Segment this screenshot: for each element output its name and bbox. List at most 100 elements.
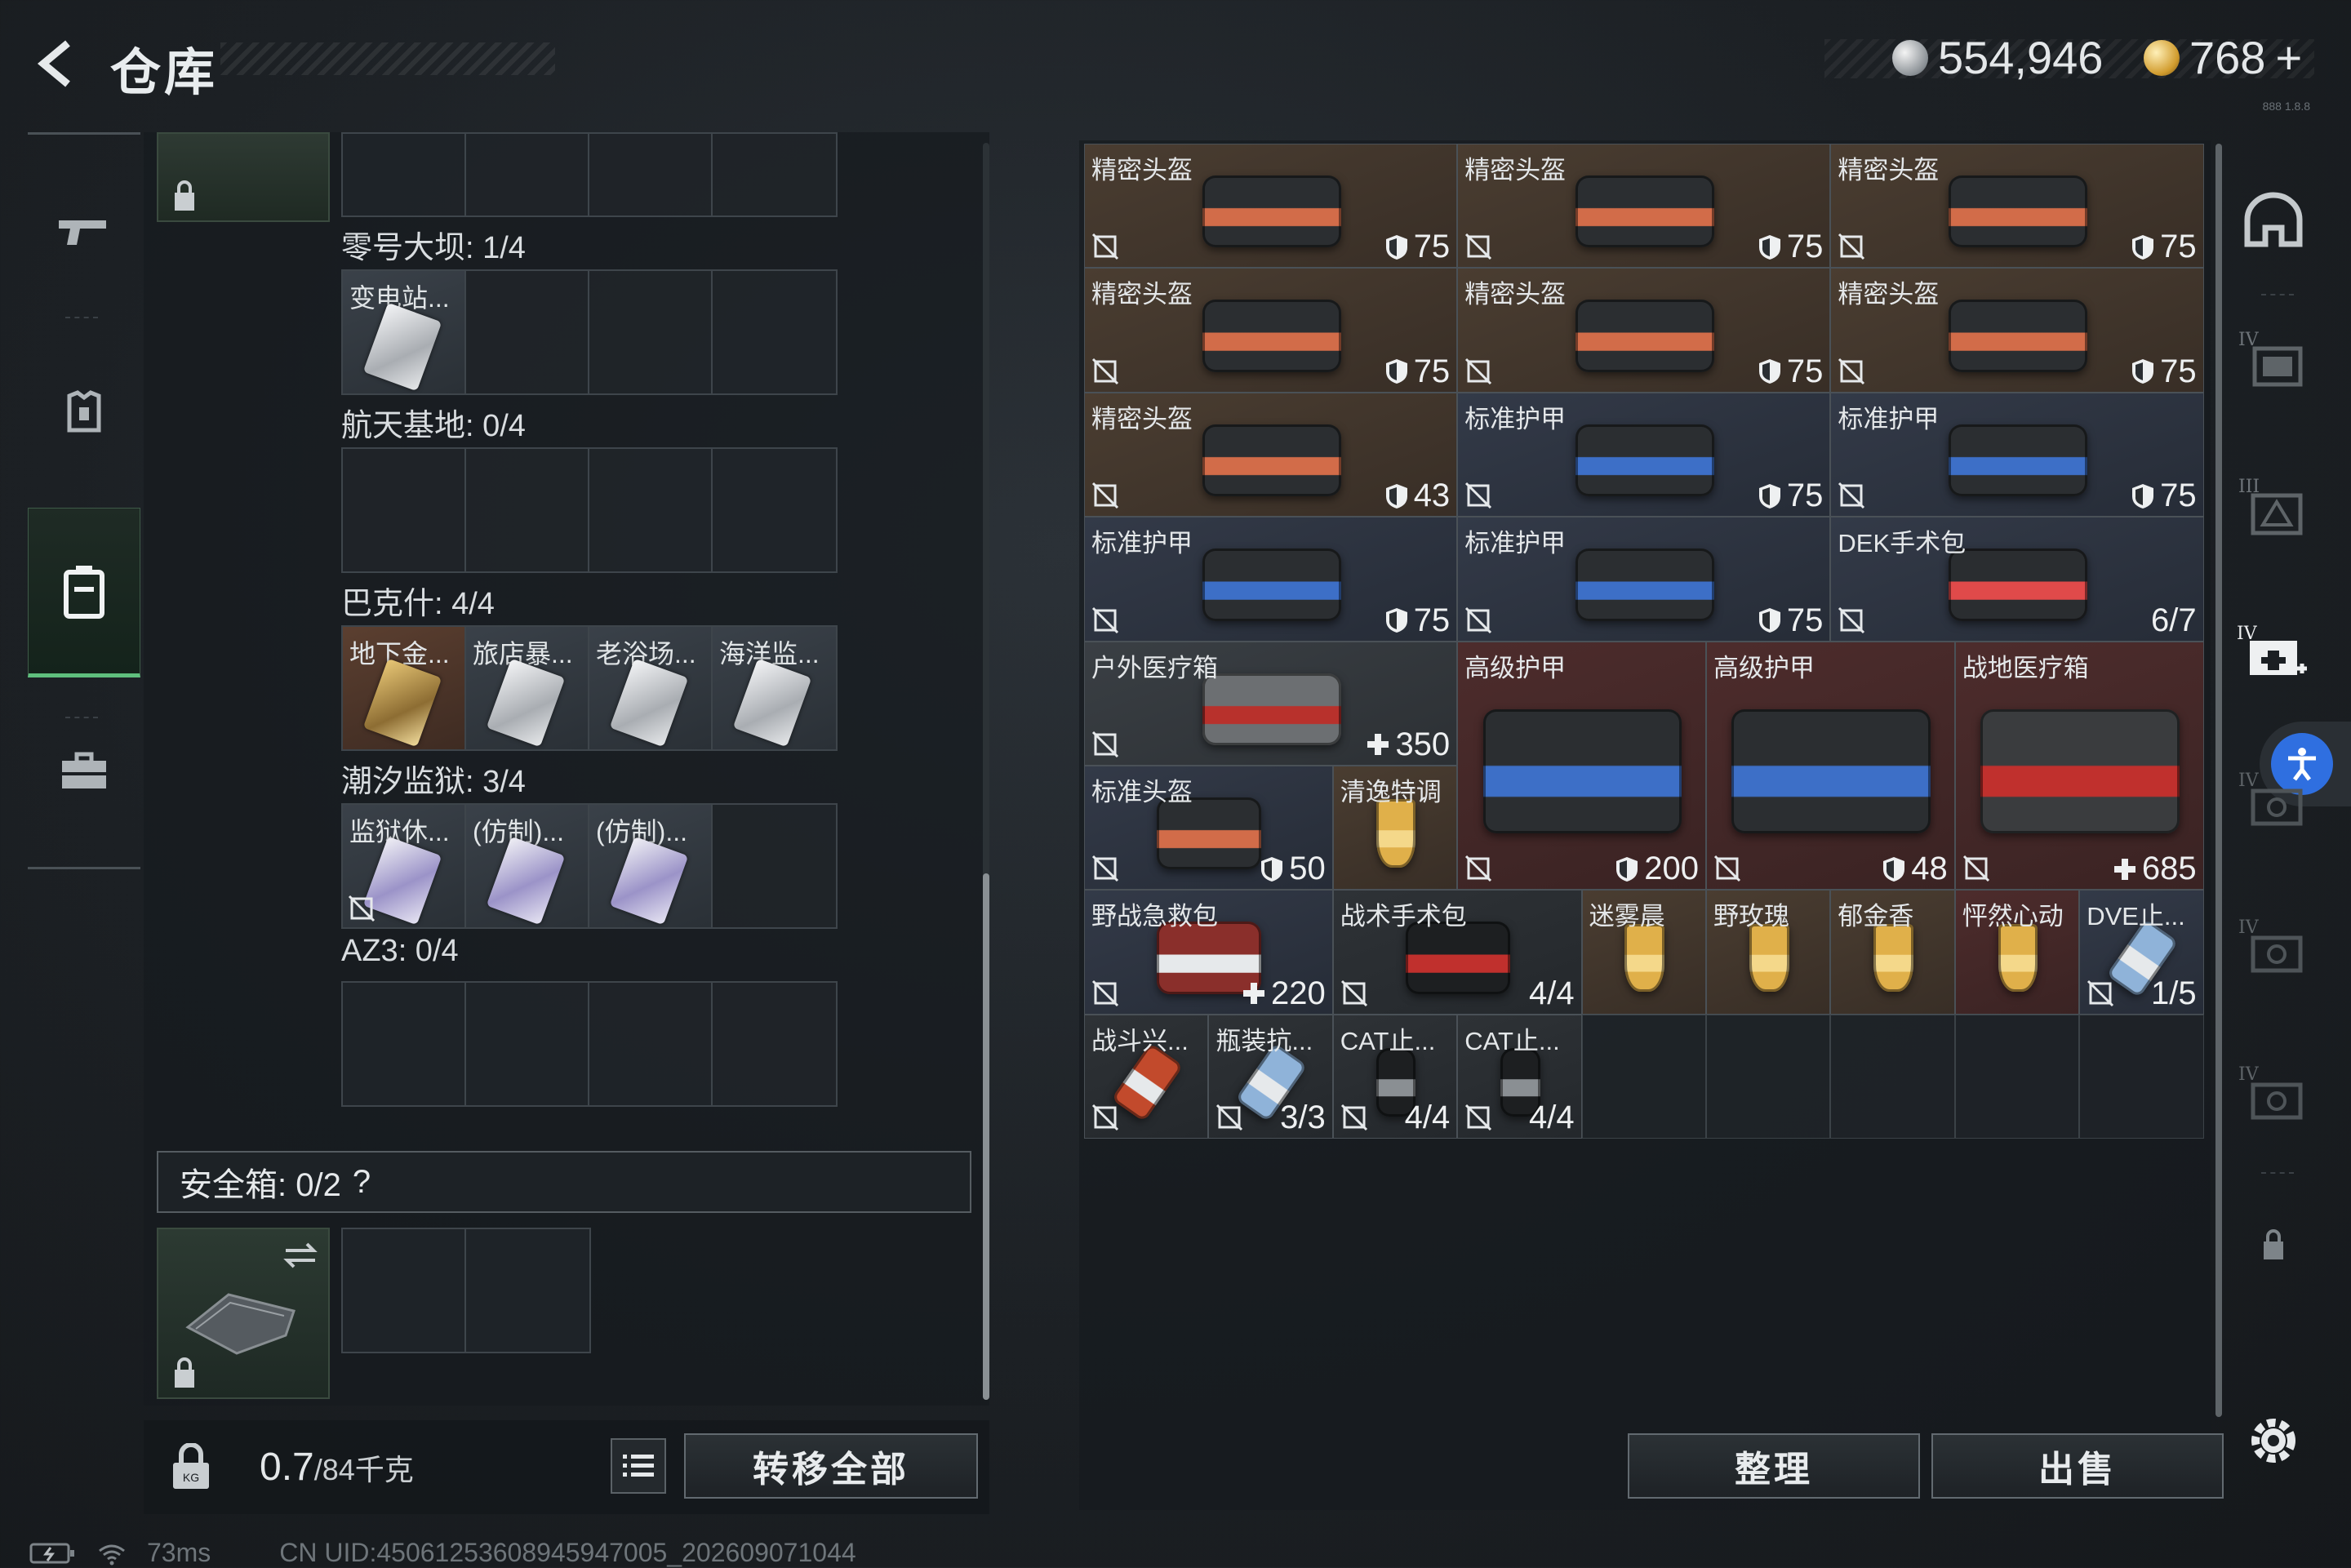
rail-tier4-other[interactable]: IV — [2237, 1058, 2310, 1131]
item-value-text: 75 — [1786, 478, 1824, 514]
rail-medical[interactable]: IV — [2237, 617, 2310, 691]
nav-equipment[interactable] — [28, 351, 140, 473]
rail-helmet-filter[interactable] — [2237, 184, 2310, 258]
empty-slot[interactable] — [2079, 1014, 2204, 1139]
settings-button[interactable] — [2237, 1404, 2310, 1477]
key-slot[interactable]: 海洋监... — [713, 627, 836, 749]
item-value: 350 — [1366, 726, 1450, 763]
backpack-icon — [64, 566, 104, 619]
inventory-item[interactable]: 精密头盔 75 — [1830, 268, 2204, 393]
sell-button[interactable]: 出售 — [1931, 1433, 2224, 1499]
rail-tier4-armor[interactable]: IV — [2237, 323, 2310, 397]
keycard-icon — [732, 658, 812, 748]
empty-slot[interactable] — [343, 983, 466, 1105]
help-button[interactable]: ? — [353, 1164, 371, 1201]
key-slot[interactable]: 旅店暴... — [466, 627, 589, 749]
empty-slot[interactable] — [589, 449, 713, 571]
swap-icon[interactable] — [282, 1239, 318, 1272]
rail-tier4-ammo[interactable]: IV — [2237, 764, 2310, 837]
safe-grid-row — [341, 1228, 591, 1353]
inventory-item[interactable]: 精密头盔 75 — [1830, 144, 2204, 269]
inventory-item[interactable]: 怦然心动 — [1954, 890, 2080, 1015]
inventory-item[interactable]: 户外医疗箱 350 — [1084, 641, 1458, 766]
keycard-icon — [609, 836, 689, 926]
inventory-item[interactable]: 野战急救包 220 — [1084, 890, 1333, 1015]
nav-weapons[interactable] — [28, 171, 140, 294]
drink-icon — [1873, 923, 1913, 993]
storage-scroll-thumb[interactable] — [983, 873, 989, 1400]
inventory-item[interactable]: 精密头盔 75 — [1084, 144, 1458, 269]
gold-add-button[interactable]: + — [2275, 31, 2302, 84]
item-name: 精密头盔 — [1091, 280, 1193, 309]
inventory-item[interactable]: CAT止... 4/4 — [1457, 1014, 1582, 1139]
key-grid-row: 地下金... 旅店暴... 老浴场... 海洋监... — [341, 625, 838, 751]
empty-slot[interactable] — [466, 983, 589, 1105]
key-slot[interactable]: 变电站... — [343, 271, 466, 393]
empty-slot[interactable] — [466, 271, 589, 393]
nav-backpack[interactable] — [28, 508, 140, 677]
inventory-item[interactable]: 迷雾晨 — [1581, 890, 1706, 1015]
safe-box-label: 安全箱: 0/2 — [180, 1167, 341, 1203]
inventory-item[interactable]: 标准护甲 75 — [1457, 517, 1831, 642]
empty-slot[interactable] — [1581, 1014, 1706, 1139]
inventory-item[interactable]: 标准头盔 50 — [1084, 766, 1333, 891]
empty-slot[interactable] — [343, 1229, 466, 1352]
rail-tier3-gear[interactable]: III — [2237, 470, 2310, 544]
coin-balance[interactable]: 554,946 — [1892, 31, 2103, 84]
inventory-item[interactable]: 精密头盔 43 — [1084, 392, 1458, 517]
inventory-item[interactable]: 高级护甲 48 — [1706, 641, 1955, 891]
inventory-item[interactable]: 瓶装抗... 3/3 — [1208, 1014, 1333, 1139]
rail-locked-slot[interactable] — [2237, 1208, 2310, 1281]
no-insure-icon — [348, 895, 376, 922]
inventory-item[interactable]: 高级护甲 200 — [1457, 641, 1706, 891]
inventory-item[interactable]: 战术手术包 4/4 — [1332, 890, 1582, 1015]
inventory-item[interactable]: 标准护甲 75 — [1830, 392, 2204, 517]
gold-balance[interactable]: 768 + — [2144, 31, 2302, 84]
inventory-item[interactable]: 标准护甲 75 — [1084, 517, 1458, 642]
list-view-button[interactable] — [611, 1438, 666, 1494]
empty-slot[interactable] — [713, 983, 836, 1105]
key-slot[interactable]: 地下金... — [343, 627, 466, 749]
empty-slot[interactable] — [1830, 1014, 1955, 1139]
inventory-scrollbar[interactable] — [2215, 144, 2222, 1417]
inventory-item[interactable]: DEK手术包 6/7 — [1830, 517, 2204, 642]
inventory-item[interactable]: 精密头盔 75 — [1457, 144, 1831, 269]
empty-slot[interactable] — [589, 271, 713, 393]
key-slot[interactable]: 老浴场... — [589, 627, 713, 749]
item-name: CAT止... — [1340, 1026, 1436, 1055]
key-slot[interactable]: (仿制)... — [466, 805, 589, 927]
empty-slot[interactable] — [343, 449, 466, 571]
nav-cases[interactable] — [28, 710, 140, 833]
empty-slot[interactable] — [713, 449, 836, 571]
section-label-tidal-prison: 潮汐监狱: 3/4 — [341, 765, 526, 799]
inventory-item[interactable]: DVE止... 1/5 — [2079, 890, 2204, 1015]
inventory-item[interactable]: 野玫瑰 — [1706, 890, 1831, 1015]
inventory-item[interactable]: 清逸特调 — [1332, 766, 1458, 891]
empty-slot[interactable] — [466, 449, 589, 571]
inventory-item[interactable]: 精密头盔 75 — [1457, 268, 1831, 393]
gold-amount: 768 — [2189, 32, 2266, 83]
empty-slot[interactable] — [589, 983, 713, 1105]
key-grid-row — [341, 132, 838, 217]
empty-slot[interactable] — [1706, 1014, 1831, 1139]
key-slot[interactable]: 监狱休... — [343, 805, 466, 927]
empty-slot[interactable] — [466, 1229, 589, 1352]
empty-slot[interactable] — [1954, 1014, 2080, 1139]
key-slot[interactable]: (仿制)... — [589, 805, 713, 927]
inventory-item[interactable]: CAT止... 4/4 — [1332, 1014, 1458, 1139]
inventory-item[interactable]: 标准护甲 75 — [1457, 392, 1831, 517]
locked-container-thumb[interactable] — [157, 132, 330, 222]
inventory-item[interactable]: 战地医疗箱 685 — [1954, 641, 2204, 891]
rail-tier4-misc[interactable]: IV — [2237, 911, 2310, 984]
back-button[interactable] — [24, 31, 90, 96]
sort-button[interactable]: 整理 — [1628, 1433, 1920, 1499]
inventory-item[interactable]: 战斗兴... — [1084, 1014, 1209, 1139]
safe-box-header: 安全箱: 0/2 ? — [157, 1151, 971, 1213]
empty-slot[interactable] — [713, 805, 836, 927]
inventory-item[interactable]: 精密头盔 75 — [1084, 268, 1458, 393]
inventory-item[interactable]: 郁金香 — [1830, 890, 1955, 1015]
safe-box-thumb[interactable] — [157, 1228, 330, 1399]
helmet-icon — [1575, 300, 1714, 372]
transfer-all-button[interactable]: 转移全部 — [684, 1433, 978, 1499]
empty-slot[interactable] — [713, 271, 836, 393]
